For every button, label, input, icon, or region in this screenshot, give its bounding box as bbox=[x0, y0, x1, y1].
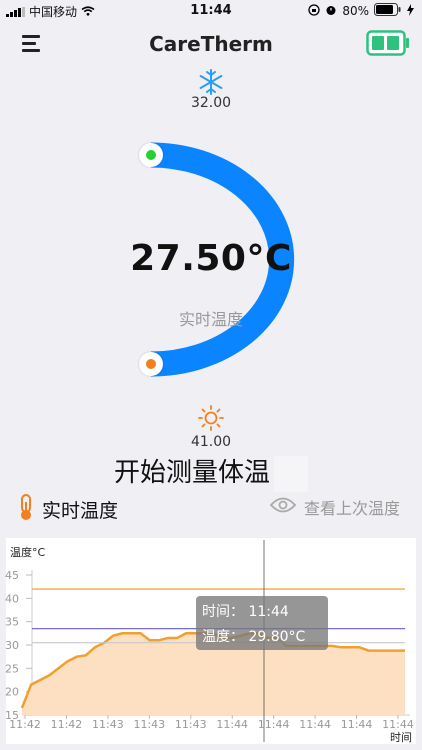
x-tick-label: 11:44 bbox=[341, 718, 373, 731]
y-tick-label: 45 bbox=[5, 569, 19, 582]
x-tick-label: 11:44 bbox=[299, 718, 331, 731]
x-tick-label: 11:44 bbox=[216, 718, 248, 731]
x-tick-label: 11:42 bbox=[51, 718, 83, 731]
chart-y-axis-title: 温度°C bbox=[10, 546, 46, 559]
y-tick-label: 40 bbox=[5, 592, 19, 605]
y-tick-label: 20 bbox=[5, 686, 19, 699]
y-tick-label: 25 bbox=[5, 662, 19, 675]
x-tick-label: 11:44 bbox=[258, 718, 290, 731]
x-tick-label: 11:43 bbox=[133, 718, 165, 731]
chart-tooltip: 时间： 11:44 温度： 29.80°C bbox=[196, 596, 328, 650]
x-tick-label: 11:43 bbox=[92, 718, 124, 731]
y-tick-label: 30 bbox=[5, 639, 19, 652]
x-tick-label: 11:42 bbox=[9, 718, 41, 731]
x-tick-label: 11:43 bbox=[175, 718, 207, 731]
y-tick-label: 35 bbox=[5, 616, 19, 629]
tooltip-temp: 温度： 29.80°C bbox=[202, 629, 306, 645]
tooltip-time: 时间： 11:44 bbox=[202, 604, 289, 620]
chart-x-axis-title: 时间 bbox=[390, 731, 412, 744]
